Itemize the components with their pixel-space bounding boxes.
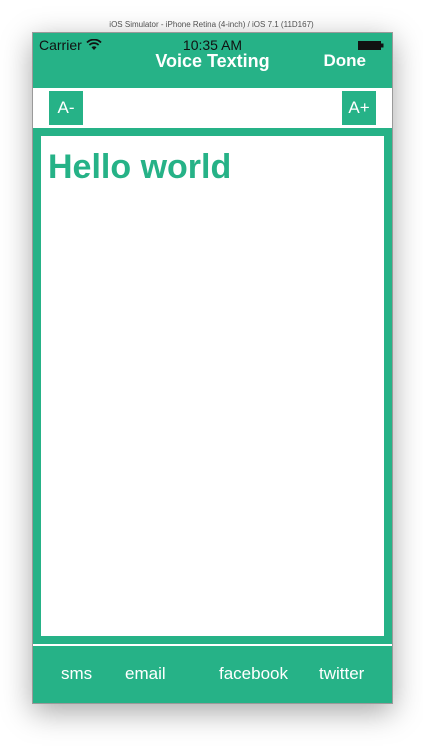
share-sms-button[interactable]: sms (61, 664, 92, 684)
share-twitter-button[interactable]: twitter (319, 664, 364, 684)
font-size-toolbar: A- A+ (33, 88, 392, 128)
message-text: Hello world (48, 148, 232, 186)
simulator-title: iOS Simulator - iPhone Retina (4-inch) /… (109, 20, 314, 29)
battery-icon (358, 41, 384, 50)
share-bar: sms email facebook twitter (33, 646, 392, 703)
done-button[interactable]: Done (324, 52, 367, 69)
share-facebook-button[interactable]: facebook (219, 664, 288, 684)
message-text-area[interactable]: Hello world (38, 133, 387, 639)
decrease-font-button[interactable]: A- (49, 91, 83, 125)
device-screen: Carrier 10:35 AM Voice Texting Done A- A… (32, 32, 393, 704)
simulator-window: iOS Simulator - iPhone Retina (4-inch) /… (0, 0, 423, 750)
share-email-button[interactable]: email (125, 664, 166, 684)
status-bar: Carrier 10:35 AM (33, 33, 392, 53)
navigation-bar: Voice Texting Done (33, 52, 392, 85)
increase-font-button[interactable]: A+ (342, 91, 376, 125)
